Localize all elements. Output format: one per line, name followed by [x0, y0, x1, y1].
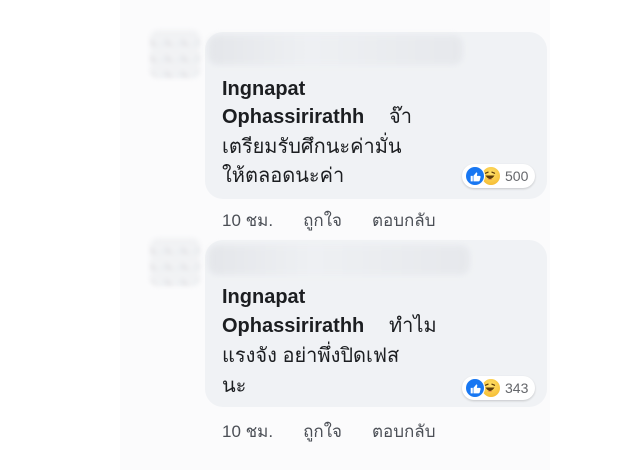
comment-text-line3: นะ: [222, 375, 247, 397]
comment-author-line1[interactable]: Ingnapat: [222, 76, 305, 103]
comment-text-line1-tail: ทำไม: [389, 315, 437, 337]
redacted-name-blur: [208, 245, 470, 275]
avatar[interactable]: [150, 238, 200, 286]
comment-author-line2[interactable]: Ophassirirathh: [222, 313, 364, 340]
comment-text-line1-tail: จ๊า: [389, 106, 412, 128]
comment-text-line3: ให้ตลอดนะค่า: [222, 165, 345, 187]
avatar[interactable]: [150, 30, 200, 78]
like-button[interactable]: ถูกใจ: [303, 418, 342, 445]
comment-author-line1[interactable]: Ingnapat: [222, 284, 305, 311]
comment-timestamp[interactable]: 10 ชม.: [222, 207, 273, 234]
reply-button[interactable]: ตอบกลับ: [372, 418, 436, 445]
reaction-count: 343: [505, 380, 529, 396]
like-icon: [465, 378, 485, 398]
reply-button[interactable]: ตอบกลับ: [372, 207, 436, 234]
redacted-name-blur: [208, 35, 463, 65]
comment-timestamp[interactable]: 10 ชม.: [222, 418, 273, 445]
reaction-summary[interactable]: 343: [462, 376, 536, 400]
like-icon: [465, 166, 485, 186]
comment-actions: 10 ชม. ถูกใจ ตอบกลับ: [222, 418, 436, 445]
reaction-summary[interactable]: 500: [462, 164, 536, 188]
reaction-count: 500: [505, 168, 529, 184]
comment-author-line2[interactable]: Ophassirirathh: [222, 104, 364, 131]
comment-text-line2: เตรียมรับศึกนะค่ามั่น: [222, 136, 402, 158]
comment-text-line2: แรงจัง อย่าพึ่งปิดเฟส: [222, 345, 400, 367]
like-button[interactable]: ถูกใจ: [303, 207, 342, 234]
comment-actions: 10 ชม. ถูกใจ ตอบกลับ: [222, 207, 436, 234]
